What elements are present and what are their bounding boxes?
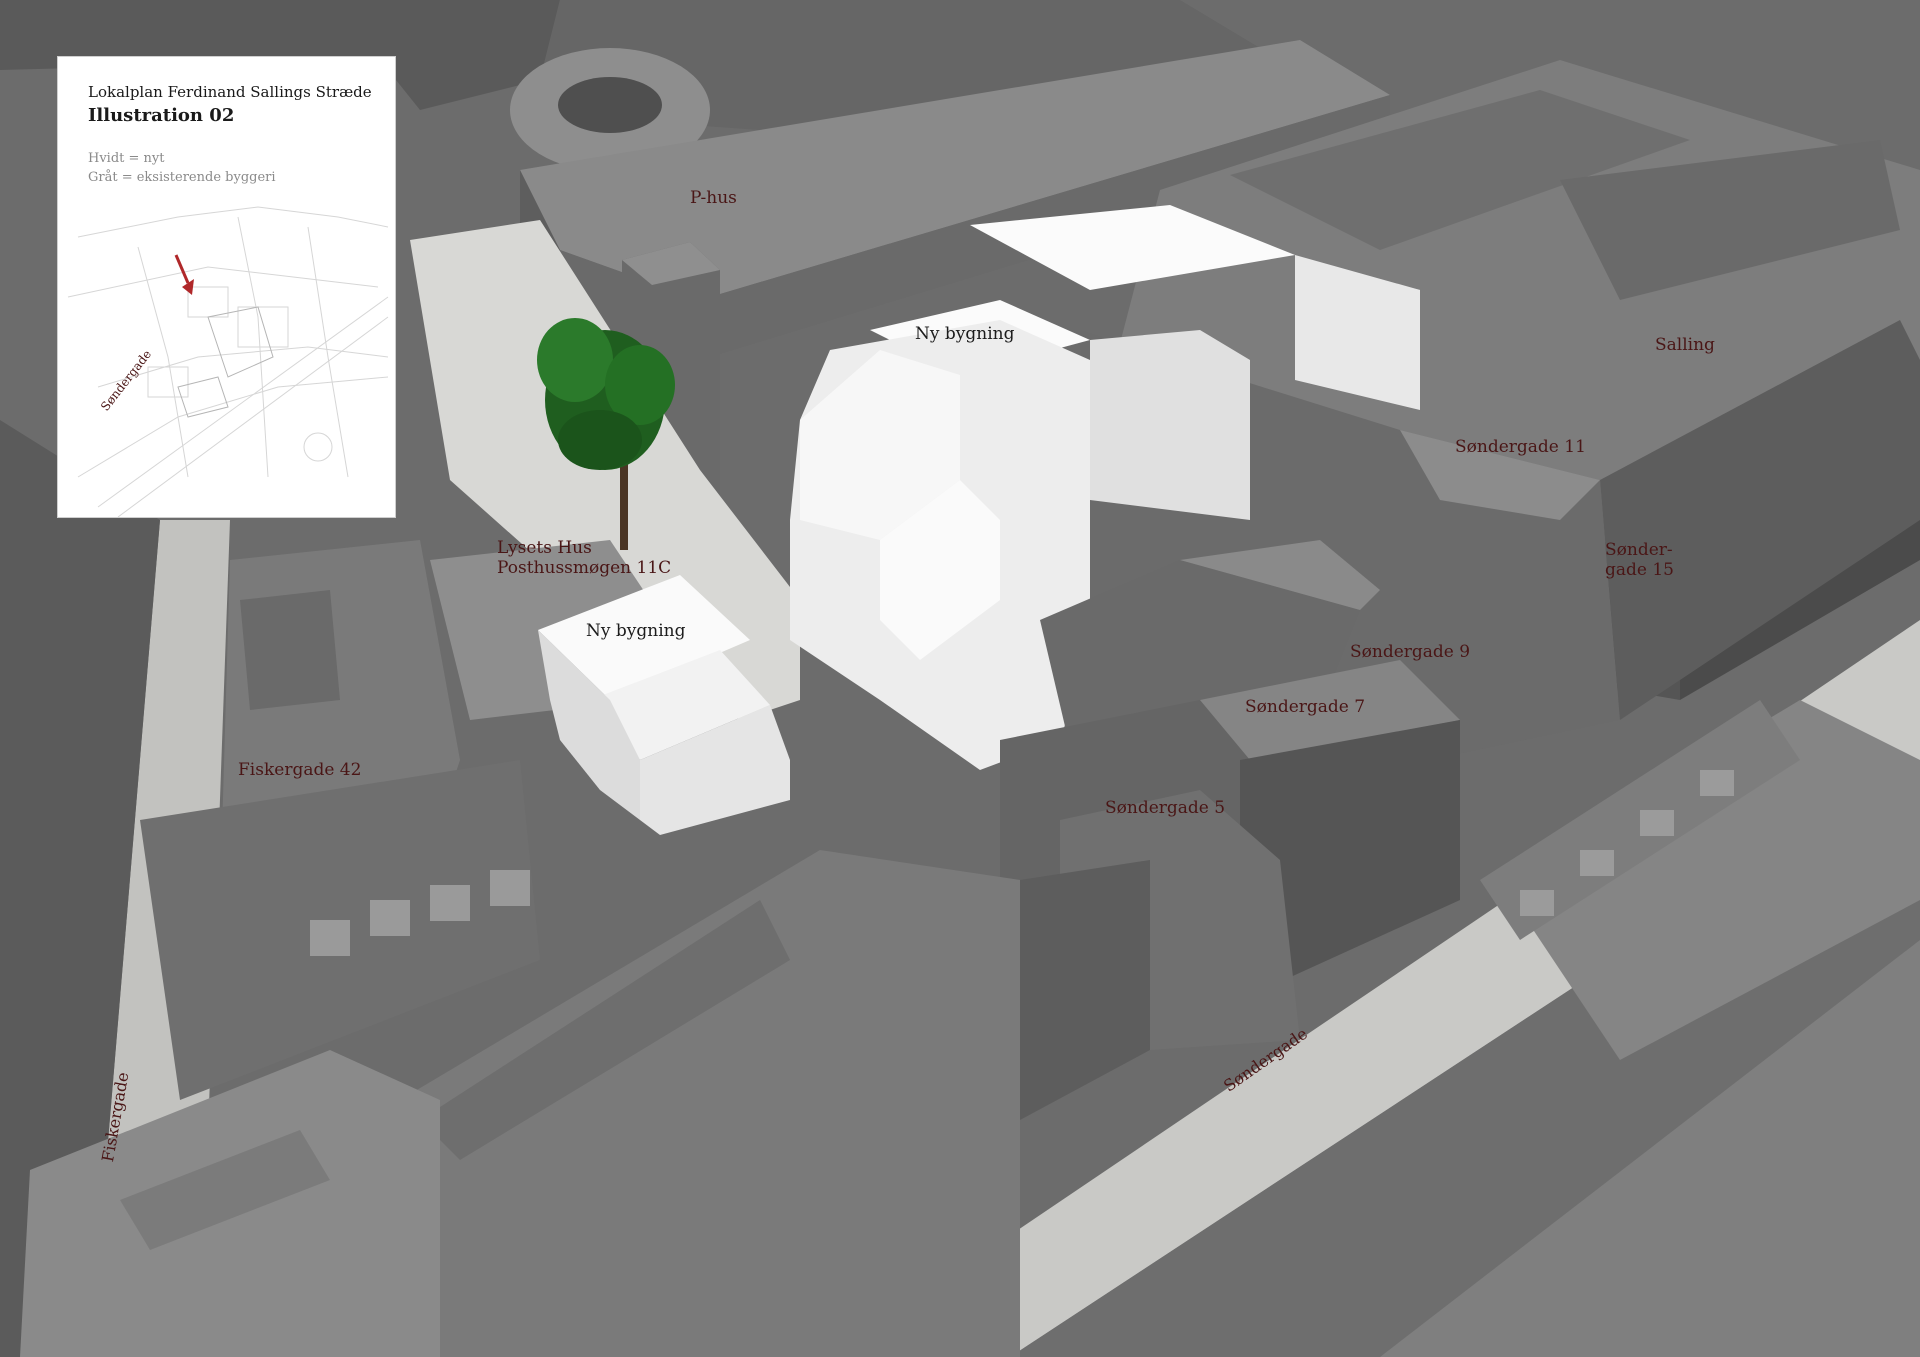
overview-map <box>67 206 389 517</box>
legend-card: Lokalplan Ferdinand Sallings Stræde Illu… <box>57 56 396 518</box>
label-ny-bygning-top: Ny bygning <box>915 324 1015 344</box>
label-ny-bygning-low: Ny bygning <box>586 621 686 641</box>
p-hus-ramp-hole <box>558 77 662 133</box>
label-sondergade-7: Søndergade 7 <box>1245 697 1366 717</box>
label-sondergade-15: Sønder- gade 15 <box>1605 540 1674 581</box>
label-sondergade-11: Søndergade 11 <box>1455 437 1586 457</box>
label-sondergade-5: Søndergade 5 <box>1105 798 1226 818</box>
label-fiskergade-42: Fiskergade 42 <box>238 760 362 780</box>
fiskergade-42-inset <box>240 590 340 710</box>
label-salling: Salling <box>1655 335 1715 355</box>
label-p-hus: P-hus <box>690 188 737 208</box>
label-lysets-hus: Lysets Hus Posthussmøgen 11C <box>497 538 672 579</box>
new-building-mid-right <box>1090 330 1250 520</box>
label-sondergade-9: Søndergade 9 <box>1350 642 1471 662</box>
